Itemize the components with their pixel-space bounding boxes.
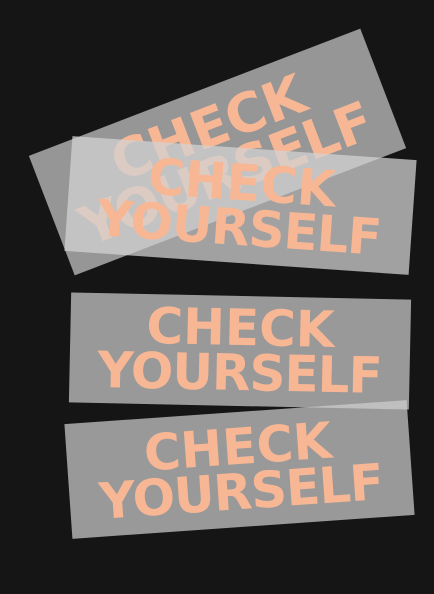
sticker-2-line-2: YOURSELF xyxy=(95,188,383,267)
sticker-3-line-2: YOURSELF xyxy=(96,341,383,405)
sticker-2: CHECK YOURSELF xyxy=(64,136,417,275)
sticker-3: CHECK YOURSELF xyxy=(68,292,412,410)
sticker-4-line-2: YOURSELF xyxy=(97,452,385,531)
sticker-canvas: CHECK YOURSELF CHECK YOURSELF CHECK YOUR… xyxy=(0,0,434,594)
sticker-4: CHECK YOURSELF xyxy=(64,400,415,539)
